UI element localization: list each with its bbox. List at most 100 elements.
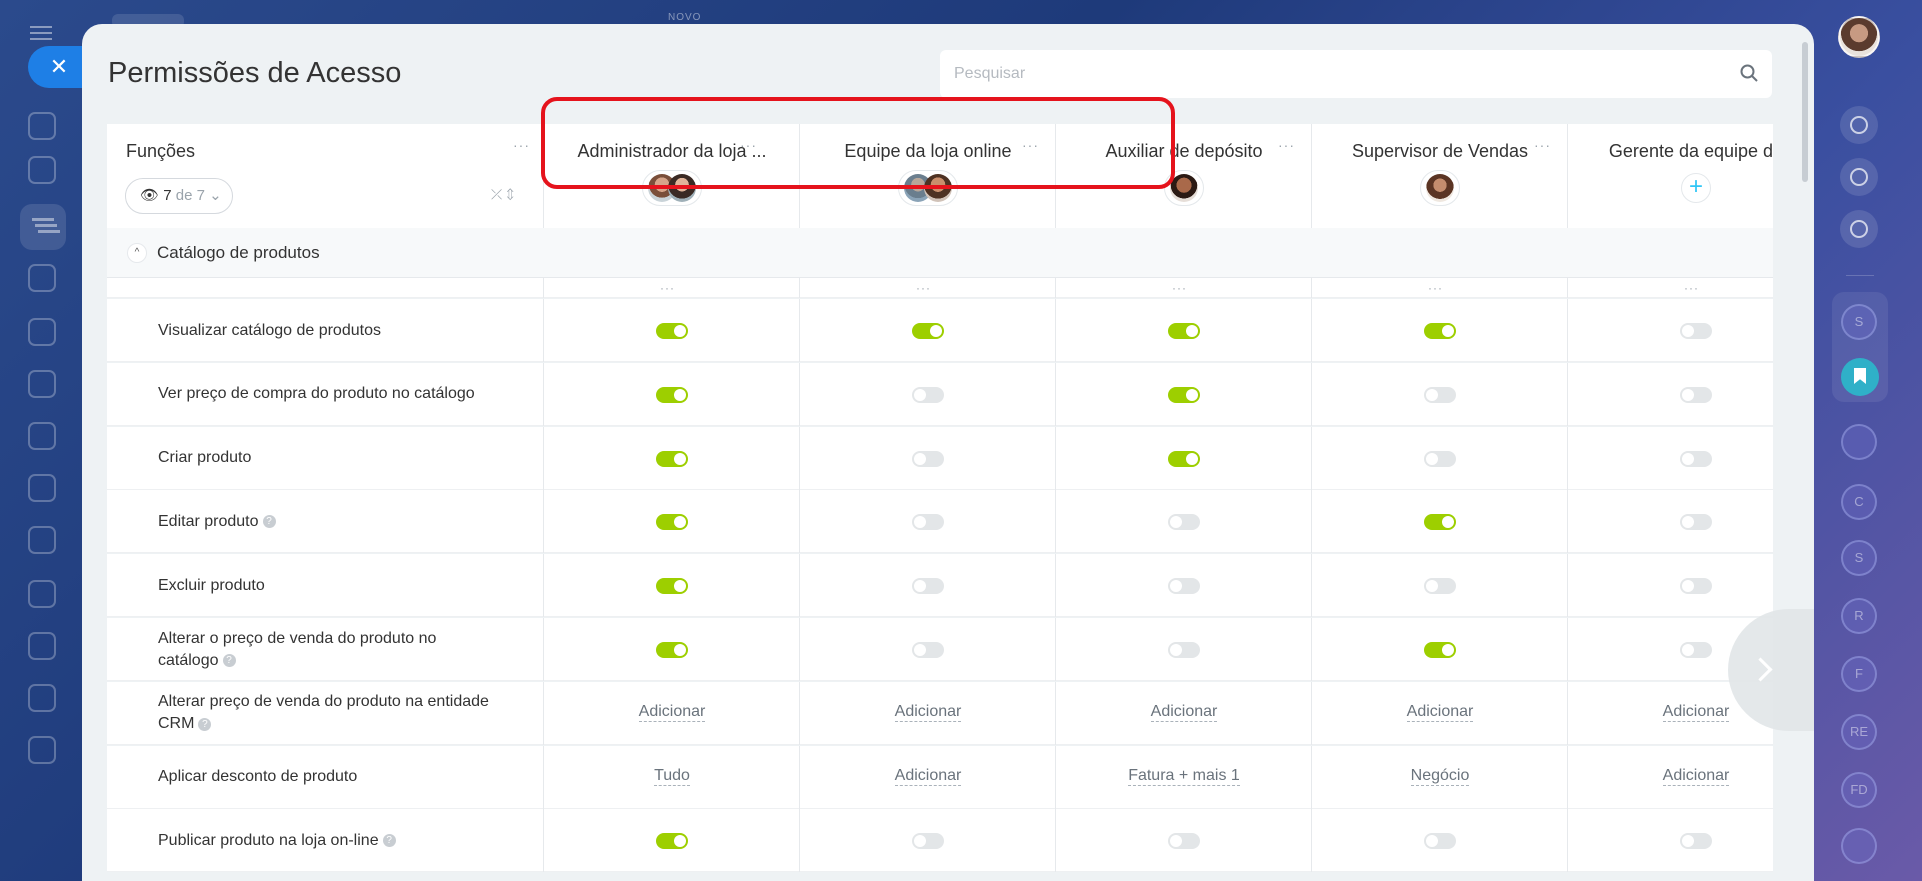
analytics-icon[interactable]: [28, 632, 56, 660]
permission-toggle[interactable]: [912, 833, 944, 850]
search-input[interactable]: [940, 50, 1700, 98]
collapse-expand-icons[interactable]: ⤫ ⇕: [491, 186, 531, 206]
permission-toggle[interactable]: [1168, 386, 1200, 403]
permission-toggle[interactable]: [1680, 642, 1712, 658]
permission-toggle[interactable]: [1680, 514, 1712, 531]
connections-icon[interactable]: [28, 112, 56, 140]
chat-sync-icon[interactable]: [1840, 210, 1878, 248]
permission-toggle[interactable]: [1168, 642, 1200, 658]
more-icon[interactable]: ···: [916, 281, 931, 295]
chat-avatar[interactable]: R: [1841, 598, 1877, 634]
permission-toggle[interactable]: [656, 386, 688, 403]
permission-toggle[interactable]: [912, 578, 944, 595]
role-members[interactable]: [1312, 170, 1568, 206]
more-icon[interactable]: ···: [1022, 138, 1039, 152]
role-column-header[interactable]: Administrador da loja ... ···: [544, 124, 800, 228]
chat-avatar[interactable]: FD: [1841, 772, 1877, 808]
bookmark-icon[interactable]: [1841, 358, 1879, 396]
bell-icon[interactable]: [1840, 106, 1878, 144]
permission-toggle[interactable]: [1424, 386, 1456, 403]
id-card-icon[interactable]: [28, 370, 56, 398]
chat-avatar[interactable]: C: [1841, 484, 1877, 520]
permission-toggle[interactable]: [1424, 323, 1456, 339]
permission-toggle[interactable]: [656, 578, 688, 595]
permission-toggle[interactable]: [912, 386, 944, 403]
chat-sync-avatar[interactable]: [1841, 828, 1877, 864]
calendar-icon[interactable]: [28, 580, 56, 608]
permission-toggle[interactable]: [656, 833, 688, 850]
chat-avatar[interactable]: S: [1841, 304, 1877, 340]
chat-avatar[interactable]: S: [1841, 540, 1877, 576]
add-member-button[interactable]: +: [1681, 173, 1711, 203]
menu-icon[interactable]: [30, 26, 52, 40]
permission-toggle[interactable]: [1168, 450, 1200, 467]
permission-toggle[interactable]: [1168, 323, 1200, 339]
permission-toggle[interactable]: [1680, 386, 1712, 403]
permission-toggle[interactable]: [656, 514, 688, 531]
role-column-header[interactable]: Equipe da loja online ···: [800, 124, 1056, 228]
settings-icon[interactable]: [28, 684, 56, 712]
role-members[interactable]: [800, 170, 1056, 206]
filter-icon[interactable]: [20, 204, 66, 250]
members-group[interactable]: [1164, 170, 1204, 206]
tasks-icon[interactable]: [28, 156, 56, 184]
members-group[interactable]: [1420, 170, 1460, 206]
permission-toggle[interactable]: [912, 323, 944, 339]
role-column-header[interactable]: Auxiliar de depósito ···: [1056, 124, 1312, 228]
help-icon[interactable]: ?: [222, 653, 236, 667]
permission-toggle[interactable]: [1168, 833, 1200, 850]
permission-toggle[interactable]: [1424, 514, 1456, 531]
permission-value-link[interactable]: Adicionar: [638, 702, 706, 722]
chat-avatar[interactable]: F: [1841, 656, 1877, 692]
permission-toggle[interactable]: [1424, 450, 1456, 467]
role-members[interactable]: [544, 170, 800, 206]
role-members[interactable]: [1056, 170, 1312, 206]
permission-toggle[interactable]: [1680, 578, 1712, 595]
box-icon[interactable]: [28, 474, 56, 502]
more-icon[interactable]: ···: [1534, 138, 1551, 152]
more-icon[interactable]: ···: [740, 138, 757, 152]
permission-toggle[interactable]: [1680, 450, 1712, 467]
permission-value-link[interactable]: Adicionar: [1662, 766, 1730, 786]
permission-toggle[interactable]: [912, 450, 944, 467]
permission-toggle[interactable]: [1680, 833, 1712, 850]
permission-value-link[interactable]: Adicionar: [1662, 702, 1730, 722]
permission-value-link[interactable]: Adicionar: [1406, 702, 1474, 722]
more-icon[interactable]: ···: [1428, 281, 1443, 295]
permission-toggle[interactable]: [912, 642, 944, 658]
chat-avatar[interactable]: RE: [1841, 714, 1877, 750]
more-icon[interactable]: ···: [1278, 138, 1295, 152]
more-icon[interactable]: ···: [1684, 281, 1699, 295]
more-icon[interactable]: ···: [1172, 281, 1187, 295]
permission-toggle[interactable]: [1168, 514, 1200, 531]
cart-icon[interactable]: [28, 318, 56, 346]
help-icon[interactable]: ?: [198, 717, 212, 731]
permission-value-link[interactable]: Negócio: [1410, 766, 1470, 786]
goals-icon[interactable]: [28, 264, 56, 292]
permission-toggle[interactable]: [656, 450, 688, 467]
permission-toggle[interactable]: [1424, 642, 1456, 658]
chat-sync-avatar[interactable]: [1841, 424, 1877, 460]
chevron-up-icon[interactable]: ^: [127, 243, 147, 263]
help-icon[interactable]: ?: [382, 834, 396, 848]
permission-toggle[interactable]: [656, 323, 688, 339]
permission-toggle[interactable]: [1168, 578, 1200, 595]
permission-value-link[interactable]: Tudo: [654, 766, 690, 786]
more-icon[interactable]: ···: [660, 281, 675, 295]
search-icon[interactable]: [1740, 64, 1758, 82]
expand-icon[interactable]: ⇕: [506, 186, 514, 202]
more-icon[interactable]: ···: [513, 138, 530, 152]
document-icon[interactable]: [28, 736, 56, 764]
scrollbar[interactable]: [1802, 42, 1808, 182]
permission-value-link[interactable]: Adicionar: [1150, 702, 1218, 722]
members-group[interactable]: [642, 170, 702, 206]
permission-toggle[interactable]: [656, 642, 688, 658]
role-column-header[interactable]: Supervisor de Vendas ···: [1312, 124, 1568, 228]
permission-value-link[interactable]: Fatura + mais 1: [1128, 766, 1240, 786]
permission-value-link[interactable]: Adicionar: [894, 766, 962, 786]
members-group[interactable]: [898, 170, 958, 206]
permission-toggle[interactable]: [1680, 323, 1712, 339]
warehouse-icon[interactable]: [28, 526, 56, 554]
close-button[interactable]: ✕: [28, 46, 84, 88]
help-icon[interactable]: ?: [262, 515, 276, 529]
